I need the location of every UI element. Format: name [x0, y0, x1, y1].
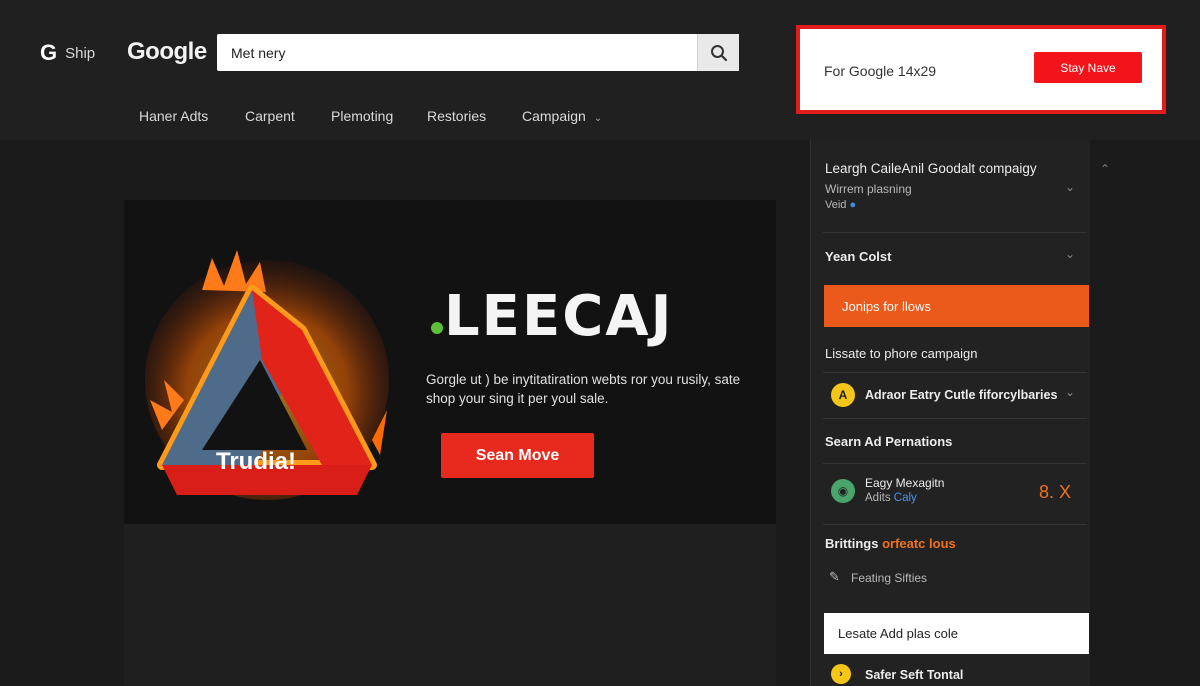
brittings-heading: Brittings orfeatc lous [825, 536, 956, 551]
search-bar: Met nery [217, 34, 739, 71]
safer-label: Safer Seft Tontal [865, 668, 964, 682]
main-nav: Haner Adts Carpent Plemoting Restories C… [0, 92, 780, 140]
content-area [124, 524, 776, 686]
lesate-add-input[interactable]: Lesate Add plas cole [824, 613, 1089, 654]
divider [823, 524, 1087, 525]
lissate-link[interactable]: Lissate to phore campaign [825, 346, 977, 361]
easy-item[interactable]: ◉ Eagy Mexagitn Adits Caly 8. X [811, 464, 1089, 524]
easy-title: Eagy Mexagitn [865, 476, 945, 490]
search-ad-heading: Searn Ad Pernations [825, 434, 953, 449]
easy-sub: Adits Caly [865, 492, 917, 504]
divider [823, 418, 1087, 419]
nav-item-carpent[interactable]: Carpent [245, 108, 295, 124]
promo-box: For Google 14x29 Stay Nave [796, 25, 1166, 114]
campaign-item[interactable]: Leargh CaileAnil Goodalt compaigy Wirrem… [811, 140, 1089, 230]
stay-nave-button[interactable]: Stay Nave [1034, 52, 1142, 83]
jonips-button[interactable]: Jonips for llows [824, 285, 1089, 327]
search-button[interactable] [697, 34, 739, 71]
team-item[interactable]: Yean Colst ⌄ [811, 233, 1089, 279]
pencil-icon: ✎ [829, 569, 840, 584]
brand-ship-link[interactable]: G Ship [40, 40, 95, 66]
brand-text: Ship [65, 44, 96, 62]
nav-item-campaign[interactable]: Campaign ⌄ [522, 108, 602, 124]
adraor-label: Adraor Eatry Cutle fiforcylbaries [865, 388, 1058, 402]
logo-caption: Trudia! [216, 448, 297, 475]
chevron-down-icon: ⌄ [593, 113, 603, 124]
campaign-meta: Veid ● [825, 199, 857, 211]
search-input[interactable]: Met nery [217, 45, 697, 61]
nav-item-plemoting[interactable]: Plemoting [331, 108, 393, 124]
right-sidebar: Leargh CaileAnil Goodalt compaigy Wirrem… [810, 140, 1090, 686]
safer-item[interactable]: › Safer Seft Tontal [811, 660, 1089, 686]
feating-item[interactable]: ✎ Feating Sifties [811, 565, 1089, 591]
chevron-right-icon: › [831, 664, 851, 684]
adraor-item[interactable]: A Adraor Eatry Cutle fiforcylbaries ⌄ [811, 373, 1089, 417]
campaign-title: Leargh CaileAnil Goodalt compaigy [825, 161, 1037, 176]
promo-text: For Google 14x29 [824, 63, 937, 79]
google-logo[interactable]: Google [127, 38, 207, 66]
info-icon: ● [849, 199, 857, 211]
easy-stat: 8. X [1038, 482, 1071, 502]
chevron-down-icon: ⌄ [1064, 385, 1075, 399]
team-label: Yean Colst [825, 249, 892, 264]
nav-item-haner-adts[interactable]: Haner Adts [139, 108, 208, 124]
globe-icon: ◉ [831, 479, 855, 503]
search-icon [710, 44, 727, 61]
feating-label: Feating Sifties [851, 571, 928, 585]
sean-move-button[interactable]: Sean Move [441, 433, 594, 478]
google-g-icon: G [40, 40, 58, 65]
nav-item-restories[interactable]: Restories [427, 108, 486, 124]
chevron-up-icon[interactable]: ⌃ [1100, 162, 1110, 176]
status-dot-icon [431, 322, 443, 334]
top-header: G Ship Google Met nery For Google 14x29 … [0, 0, 1200, 140]
warning-badge-icon: A [831, 383, 855, 407]
hero-title: LEECAJ [444, 284, 674, 349]
hero-description: Gorgle ut ) be inytitatiration webts ror… [426, 372, 741, 406]
nav-campaign-label: Campaign [522, 108, 586, 124]
campaign-sub: Wirrem plasning [825, 182, 912, 196]
chevron-down-icon: ⌄ [1064, 180, 1075, 194]
hero-banner: Trudia! LEECAJ Gorgle ut ) be inytitatir… [124, 200, 776, 524]
chevron-down-icon: ⌄ [1064, 247, 1075, 261]
